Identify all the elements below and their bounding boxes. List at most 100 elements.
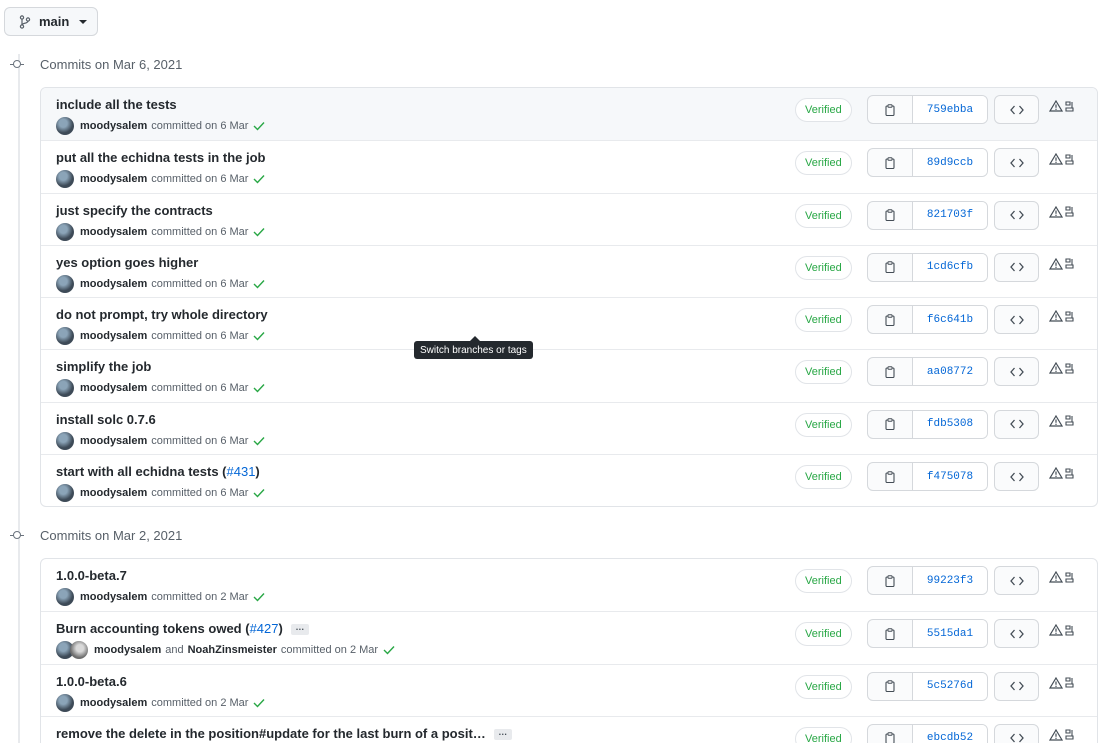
extension-warning-icon[interactable] xyxy=(1049,205,1074,218)
avatar[interactable] xyxy=(56,222,74,241)
commit-sha-link[interactable]: 89d9ccb xyxy=(913,149,987,177)
copy-sha-button[interactable] xyxy=(868,96,913,123)
check-icon[interactable] xyxy=(253,279,265,289)
author-link[interactable]: moodysalem xyxy=(80,435,147,447)
avatar[interactable] xyxy=(56,588,74,606)
commit-message[interactable]: put all the echidna tests in the job xyxy=(56,150,265,165)
commit-sha-link[interactable]: aa08772 xyxy=(913,358,987,386)
commit-title[interactable]: yes option goes higher xyxy=(56,255,198,270)
verified-badge[interactable]: Verified xyxy=(795,412,852,437)
check-icon[interactable] xyxy=(253,488,265,498)
copy-sha-button[interactable] xyxy=(868,253,913,281)
avatar[interactable] xyxy=(70,641,88,660)
commit-title[interactable]: 1.0.0-beta.7 xyxy=(56,568,127,583)
commit-message[interactable]: yes option goes higher xyxy=(56,255,198,270)
copy-sha-button[interactable] xyxy=(868,149,913,177)
check-icon[interactable] xyxy=(253,592,265,602)
verified-badge[interactable]: Verified xyxy=(795,255,852,280)
commit-title[interactable]: 1.0.0-beta.6 xyxy=(56,674,127,689)
commit-message[interactable]: simplify the job xyxy=(56,359,151,374)
copy-sha-button[interactable] xyxy=(868,201,913,229)
avatar[interactable] xyxy=(56,431,74,450)
check-icon[interactable] xyxy=(253,121,265,131)
browse-repo-button[interactable] xyxy=(994,95,1039,124)
commit-sha-link[interactable]: fdb5308 xyxy=(913,410,987,438)
browse-repo-button[interactable] xyxy=(994,357,1039,387)
commit-sha-link[interactable]: ebcdb52 xyxy=(913,724,987,743)
commit-message[interactable]: install solc 0.7.6 xyxy=(56,412,156,427)
verified-badge[interactable]: Verified xyxy=(795,465,852,490)
commit-title[interactable]: include all the tests xyxy=(56,97,177,112)
check-icon[interactable] xyxy=(253,436,265,446)
copy-sha-button[interactable] xyxy=(868,463,913,491)
author-link[interactable]: moodysalem xyxy=(80,278,147,290)
expand-message-button[interactable]: … xyxy=(290,623,309,636)
browse-repo-button[interactable] xyxy=(994,671,1039,701)
browse-repo-button[interactable] xyxy=(994,462,1039,492)
copy-sha-button[interactable] xyxy=(868,724,913,743)
author-link[interactable]: moodysalem xyxy=(94,644,161,656)
copy-sha-button[interactable] xyxy=(868,620,913,648)
author-link[interactable]: moodysalem xyxy=(80,330,147,342)
verified-badge[interactable]: Verified xyxy=(795,308,852,333)
verified-badge[interactable]: Verified xyxy=(795,360,852,385)
verified-badge[interactable]: Verified xyxy=(795,203,852,228)
commit-sha-link[interactable]: 5515da1 xyxy=(913,620,987,648)
coauthor-link[interactable]: NoahZinsmeister xyxy=(188,644,277,656)
extension-warning-icon[interactable] xyxy=(1049,467,1074,479)
verified-badge[interactable]: Verified xyxy=(795,569,852,593)
avatar[interactable] xyxy=(56,274,74,293)
commit-title[interactable]: do not prompt, try whole directory xyxy=(56,307,268,322)
extension-warning-icon[interactable] xyxy=(1049,100,1074,112)
browse-repo-button[interactable] xyxy=(994,409,1039,439)
commit-message[interactable]: remove the delete in the position#update… xyxy=(56,726,486,741)
pull-request-link[interactable]: #427 xyxy=(250,621,279,636)
extension-warning-icon[interactable] xyxy=(1049,624,1074,636)
browse-repo-button[interactable] xyxy=(994,252,1039,282)
extension-warning-icon[interactable] xyxy=(1049,257,1074,270)
commit-title[interactable]: simplify the job xyxy=(56,359,151,374)
browse-repo-button[interactable] xyxy=(994,305,1039,335)
verified-badge[interactable]: Verified xyxy=(795,674,852,699)
avatar[interactable] xyxy=(56,693,74,712)
commit-message[interactable]: 1.0.0-beta.6 xyxy=(56,674,127,689)
commit-message[interactable]: start with all echidna tests ( xyxy=(56,464,227,479)
branch-selector-button[interactable]: main xyxy=(4,7,98,36)
avatar[interactable] xyxy=(56,117,74,135)
commit-message[interactable]: include all the tests xyxy=(56,97,177,112)
extension-warning-icon[interactable] xyxy=(1049,153,1074,165)
commit-title[interactable]: put all the echidna tests in the job xyxy=(56,150,265,165)
browse-repo-button[interactable] xyxy=(994,200,1039,230)
commit-message[interactable]: Burn accounting tokens owed ( xyxy=(56,621,250,636)
commit-sha-link[interactable]: f6c641b xyxy=(913,306,987,334)
author-link[interactable]: moodysalem xyxy=(80,697,147,709)
pull-request-link[interactable]: #431 xyxy=(227,464,256,479)
commit-title[interactable]: just specify the contracts xyxy=(56,203,213,218)
author-link[interactable]: moodysalem xyxy=(80,226,147,238)
verified-badge[interactable]: Verified xyxy=(795,622,852,647)
verified-badge[interactable]: Verified xyxy=(795,726,852,743)
expand-message-button[interactable]: … xyxy=(493,727,512,740)
commit-message[interactable]: 1.0.0-beta.7 xyxy=(56,568,127,583)
check-icon[interactable] xyxy=(383,645,395,655)
copy-sha-button[interactable] xyxy=(868,358,913,386)
extension-warning-icon[interactable] xyxy=(1049,310,1074,322)
commit-sha-link[interactable]: f475078 xyxy=(913,463,987,491)
copy-sha-button[interactable] xyxy=(868,306,913,334)
extension-warning-icon[interactable] xyxy=(1049,414,1074,427)
commit-sha-link[interactable]: 759ebba xyxy=(913,96,987,123)
copy-sha-button[interactable] xyxy=(868,567,913,594)
author-link[interactable]: moodysalem xyxy=(80,487,147,499)
commit-sha-link[interactable]: 1cd6cfb xyxy=(913,253,987,281)
extension-warning-icon[interactable] xyxy=(1049,571,1074,583)
verified-badge[interactable]: Verified xyxy=(795,98,852,122)
avatar[interactable] xyxy=(56,484,74,503)
check-icon[interactable] xyxy=(253,331,265,341)
extension-warning-icon[interactable] xyxy=(1049,362,1074,375)
commit-title[interactable]: start with all echidna tests (#431) xyxy=(56,464,260,479)
commit-title[interactable]: install solc 0.7.6 xyxy=(56,412,156,427)
commit-title[interactable]: Burn accounting tokens owed (#427)… xyxy=(56,621,309,636)
check-icon[interactable] xyxy=(253,227,265,237)
author-link[interactable]: moodysalem xyxy=(80,382,147,394)
commit-title[interactable]: remove the delete in the position#update… xyxy=(56,726,512,741)
